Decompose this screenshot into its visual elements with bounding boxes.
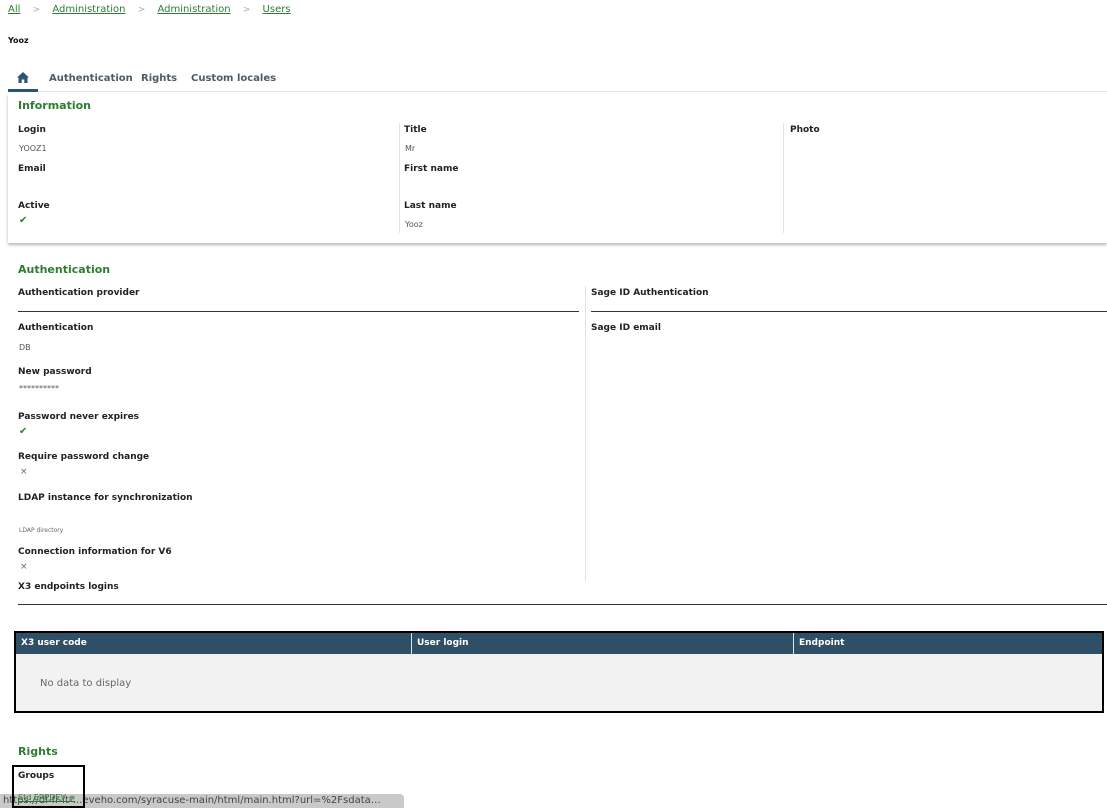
require-password-change-cross-icon[interactable]: × — [20, 467, 28, 477]
breadcrumb-all[interactable]: All — [8, 4, 20, 15]
column-divider — [783, 123, 784, 233]
tab-authentication[interactable]: Authentication — [49, 68, 133, 92]
sage-id-underline — [591, 311, 1107, 312]
information-title: Information — [18, 99, 91, 112]
column-divider — [399, 123, 400, 233]
tab-rights[interactable]: Rights — [141, 68, 177, 92]
breadcrumb-administration-1[interactable]: Administration — [52, 4, 125, 15]
photo-label: Photo — [790, 125, 820, 135]
sage-id-auth-label: Sage ID Authentication — [591, 288, 709, 298]
active-label: Active — [18, 201, 50, 211]
no-data-message: No data to display — [40, 678, 132, 689]
column-divider — [585, 286, 586, 581]
last-name-value[interactable]: Yooz — [405, 220, 423, 229]
authentication-value[interactable]: DB — [19, 343, 31, 352]
active-check-icon[interactable]: ✔ — [19, 215, 27, 226]
tab-custom-locales[interactable]: Custom locales — [191, 68, 276, 92]
title-value[interactable]: Mr — [405, 144, 415, 153]
authentication-label: Authentication — [18, 323, 94, 333]
breadcrumb-administration-2[interactable]: Administration — [157, 4, 230, 15]
breadcrumb-users[interactable]: Users — [263, 4, 291, 15]
rights-title: Rights — [18, 745, 58, 758]
auth-provider-label: Authentication provider — [18, 288, 140, 298]
new-password-value[interactable]: ********** — [19, 384, 59, 393]
require-password-change-label: Require password change — [18, 452, 150, 462]
first-name-label: First name — [404, 164, 459, 174]
new-password-label: New password — [18, 367, 92, 377]
groups-highlight — [12, 765, 85, 808]
tab-bar: Authentication Rights Custom locales — [8, 68, 1107, 92]
last-name-label: Last name — [404, 201, 457, 211]
column-x3-user-code[interactable]: X3 user code — [16, 633, 411, 654]
breadcrumb-separator: > — [137, 5, 146, 15]
breadcrumb-separator: > — [242, 5, 251, 15]
authentication-title: Authentication — [18, 263, 111, 276]
information-section: Information Login YOOZ1 Email Active ✔ T… — [8, 93, 1107, 243]
login-value[interactable]: YOOZ1 — [19, 144, 47, 153]
tab-home[interactable] — [8, 68, 38, 92]
provider-underline — [18, 311, 579, 312]
title-label: Title — [404, 125, 427, 135]
column-user-login[interactable]: User login — [411, 633, 793, 654]
page-title: Yooz — [8, 36, 29, 45]
x3-logins-underline — [18, 604, 1107, 605]
ldap-label: LDAP instance for synchronization — [18, 493, 193, 503]
password-never-expires-check-icon[interactable]: ✔ — [19, 426, 27, 437]
column-endpoint[interactable]: Endpoint — [793, 633, 1102, 654]
sage-id-email-label: Sage ID email — [591, 323, 661, 333]
connection-v6-cross-icon[interactable]: × — [20, 562, 28, 572]
login-label: Login — [18, 125, 46, 135]
x3-endpoints-grid: X3 user code User login Endpoint No data… — [14, 631, 1104, 713]
breadcrumb: All > Administration > Administration > … — [8, 4, 291, 15]
email-label: Email — [18, 164, 46, 174]
connection-v6-label: Connection information for V6 — [18, 547, 172, 557]
password-never-expires-label: Password never expires — [18, 412, 140, 422]
x3-endpoints-logins-label: X3 endpoints logins — [18, 582, 119, 592]
grid-header: X3 user code User login Endpoint — [16, 633, 1102, 654]
ldap-input[interactable]: LDAP directory — [19, 527, 63, 534]
breadcrumb-separator: > — [32, 5, 41, 15]
